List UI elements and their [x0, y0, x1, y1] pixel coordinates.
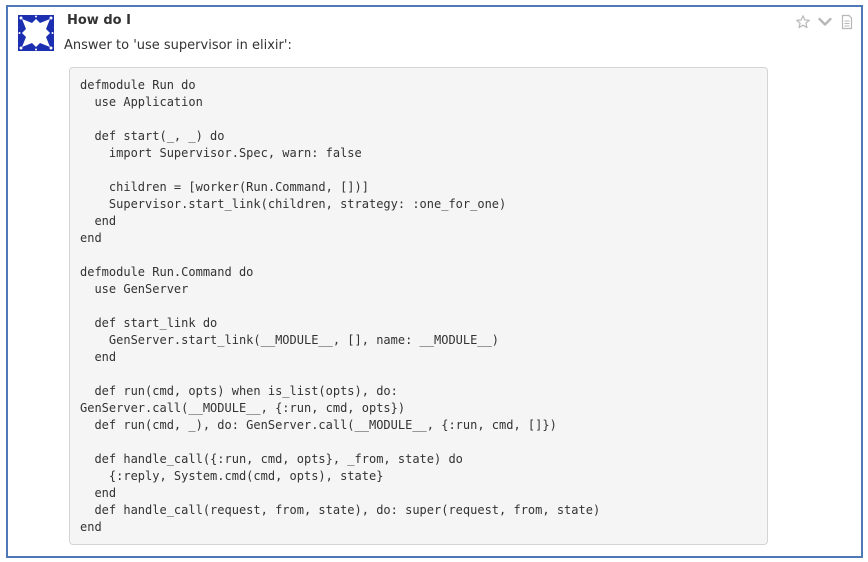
code-text: defmodule Run do use Application def sta…	[80, 78, 601, 534]
sender-name[interactable]: How do I	[67, 13, 131, 28]
document-icon[interactable]	[839, 14, 855, 30]
message-actions	[795, 14, 855, 30]
avatar[interactable]	[18, 15, 54, 51]
message-card: How do I Answer to 'use supervisor in el…	[6, 5, 863, 558]
chevron-down-icon[interactable]	[817, 14, 833, 30]
code-block: defmodule Run do use Application def sta…	[69, 67, 768, 545]
star-icon[interactable]	[795, 14, 811, 30]
message-intro: Answer to 'use supervisor in elixir':	[64, 38, 292, 53]
